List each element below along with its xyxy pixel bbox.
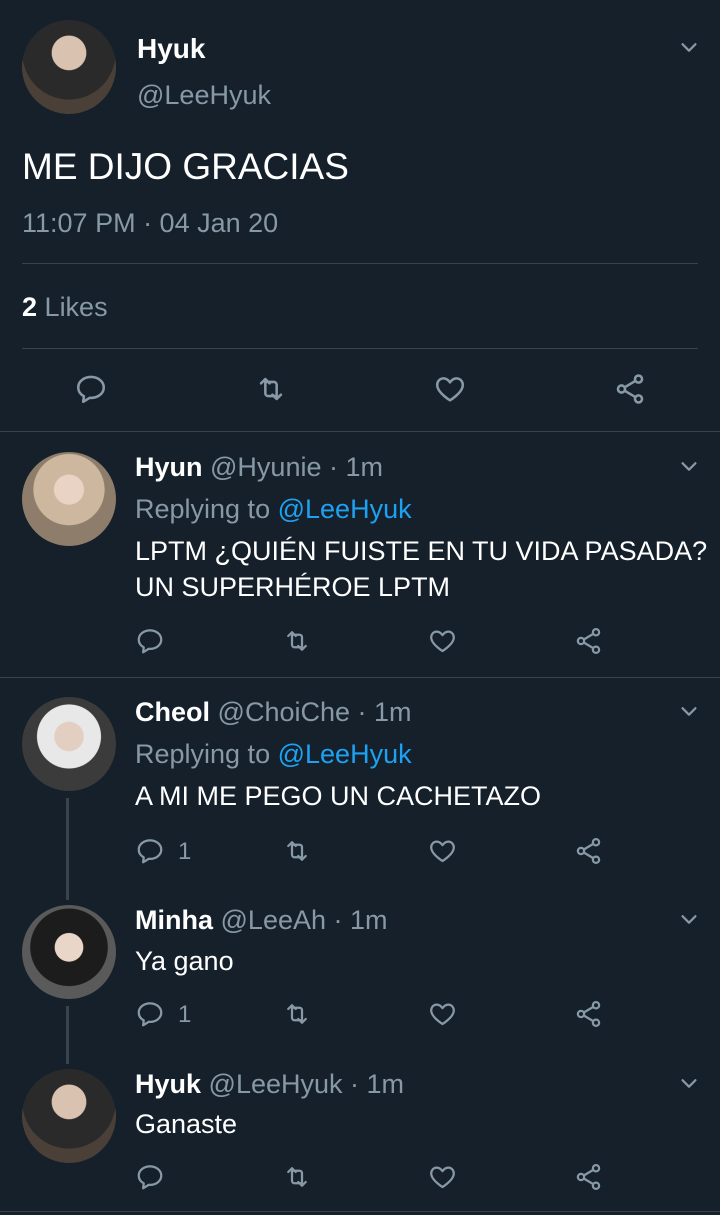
reply-header: Hyun @Hyunie · 1m <box>135 452 383 483</box>
chevron-down-icon[interactable] <box>678 1072 700 1094</box>
reply-icon[interactable] <box>135 836 165 866</box>
avatar[interactable] <box>22 1069 116 1163</box>
thread-line <box>66 1006 69 1064</box>
replying-label: Replying to <box>135 739 271 769</box>
author-handle[interactable]: @ChoiChe <box>218 697 350 727</box>
like-icon[interactable] <box>427 626 458 656</box>
likes-label: Likes <box>44 292 108 322</box>
like-icon[interactable] <box>427 1162 458 1192</box>
reply-header: Hyuk @LeeHyuk · 1m <box>135 1069 404 1100</box>
tweet-text: A MI ME PEGO UN CACHETAZO <box>135 781 542 811</box>
reply-icon[interactable] <box>135 626 165 656</box>
chevron-down-icon[interactable] <box>678 700 700 722</box>
likes-count: 2 <box>22 292 38 322</box>
reply-count: 1 <box>178 838 192 865</box>
reply-count: 1 <box>178 1001 192 1028</box>
tweet-text: ME DIJO GRACIAS <box>22 146 349 187</box>
author-handle[interactable]: @LeeHyuk <box>137 80 271 111</box>
avatar[interactable] <box>22 20 116 114</box>
avatar[interactable] <box>22 452 116 546</box>
share-icon[interactable] <box>612 372 648 406</box>
like-icon[interactable] <box>427 836 458 866</box>
like-icon[interactable] <box>432 372 468 406</box>
avatar[interactable] <box>22 697 116 791</box>
tweet-text: LPTM ¿QUIÉN FUISTE EN TU VIDA PASADA? <box>135 536 708 566</box>
retweet-icon[interactable] <box>280 836 314 866</box>
reply-header: Cheol @ChoiChe · 1m <box>135 697 412 728</box>
reply-icon[interactable] <box>74 372 108 406</box>
reply-time: · 1m <box>329 452 383 482</box>
replying-label: Replying to <box>135 494 271 524</box>
author-handle[interactable]: @Hyunie <box>210 452 321 482</box>
divider <box>0 1211 720 1212</box>
author-name[interactable]: Hyuk <box>137 33 205 65</box>
reply-icon[interactable] <box>135 999 165 1029</box>
share-icon[interactable] <box>573 999 604 1029</box>
reply-time: · 1m <box>333 905 388 935</box>
reply-icon[interactable] <box>135 1162 165 1192</box>
reply-time: · 1m <box>357 697 412 727</box>
author-name[interactable]: Hyuk <box>135 1069 201 1099</box>
author-name[interactable]: Cheol <box>135 697 210 727</box>
divider <box>0 431 720 432</box>
like-icon[interactable] <box>427 999 458 1029</box>
author-name[interactable]: Minha <box>135 905 213 935</box>
reply-header: Minha @LeeAh · 1m <box>135 905 388 936</box>
reply-time: · 1m <box>350 1069 405 1099</box>
replying-to: Replying to @LeeHyuk <box>135 494 412 525</box>
share-icon[interactable] <box>573 1162 604 1192</box>
share-icon[interactable] <box>573 626 604 656</box>
mention-link[interactable]: @LeeHyuk <box>278 494 412 524</box>
retweet-icon[interactable] <box>280 1162 314 1192</box>
mention-link[interactable]: @LeeHyuk <box>278 739 412 769</box>
tweet-timestamp[interactable]: 11:07 PM · 04 Jan 20 <box>22 208 278 239</box>
tweet-text: UN SUPERHÉROE LPTM <box>135 572 451 602</box>
thread-line <box>66 798 69 900</box>
avatar[interactable] <box>22 905 116 999</box>
author-handle[interactable]: @LeeHyuk <box>209 1069 343 1099</box>
replying-to: Replying to @LeeHyuk <box>135 739 412 770</box>
divider <box>22 263 698 264</box>
chevron-down-icon[interactable] <box>678 36 700 58</box>
author-name[interactable]: Hyun <box>135 452 203 482</box>
chevron-down-icon[interactable] <box>678 455 700 477</box>
tweet-text: Ganaste <box>135 1109 238 1139</box>
retweet-icon[interactable] <box>280 626 314 656</box>
divider <box>0 677 720 678</box>
chevron-down-icon[interactable] <box>678 908 700 930</box>
share-icon[interactable] <box>573 836 604 866</box>
retweet-icon[interactable] <box>280 999 314 1029</box>
author-handle[interactable]: @LeeAh <box>221 905 326 935</box>
likes-stat[interactable]: 2 Likes <box>22 292 108 323</box>
divider <box>22 348 698 349</box>
retweet-icon[interactable] <box>252 372 290 406</box>
tweet-text: Ya gano <box>135 946 234 976</box>
